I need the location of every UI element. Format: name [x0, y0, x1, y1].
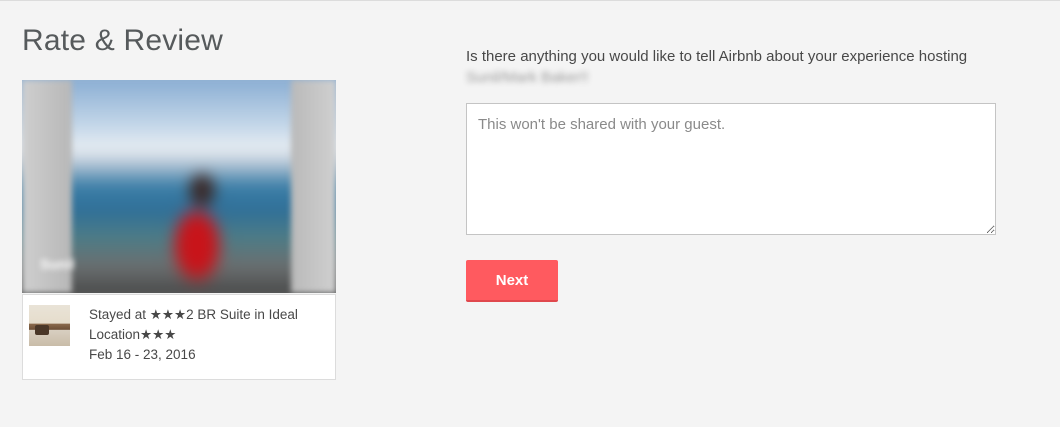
host-name: Sunil/Mark Baker!!: [466, 69, 589, 86]
page-title: Rate & Review: [22, 24, 224, 57]
photo-right-panel: [291, 80, 336, 293]
listing-card: Stayed at ★★★2 BR Suite in Ideal Locatio…: [22, 294, 336, 380]
listing-dates: Feb 16 - 23, 2016: [89, 347, 196, 362]
listing-stay-text: Stayed at ★★★2 BR Suite in Ideal Locatio…: [89, 307, 298, 342]
listing-thumbnail: [29, 305, 70, 346]
guest-name-overlay: Sunil: [40, 256, 75, 272]
private-feedback-input[interactable]: [466, 103, 996, 235]
top-divider: [0, 0, 1060, 1]
feedback-question: Is there anything you would like to tell…: [466, 46, 986, 88]
next-button[interactable]: Next: [466, 260, 558, 302]
guest-photo: Sunil: [22, 80, 336, 293]
feedback-question-text: Is there anything you would like to tell…: [466, 48, 968, 65]
listing-details: Stayed at ★★★2 BR Suite in Ideal Locatio…: [89, 305, 324, 365]
